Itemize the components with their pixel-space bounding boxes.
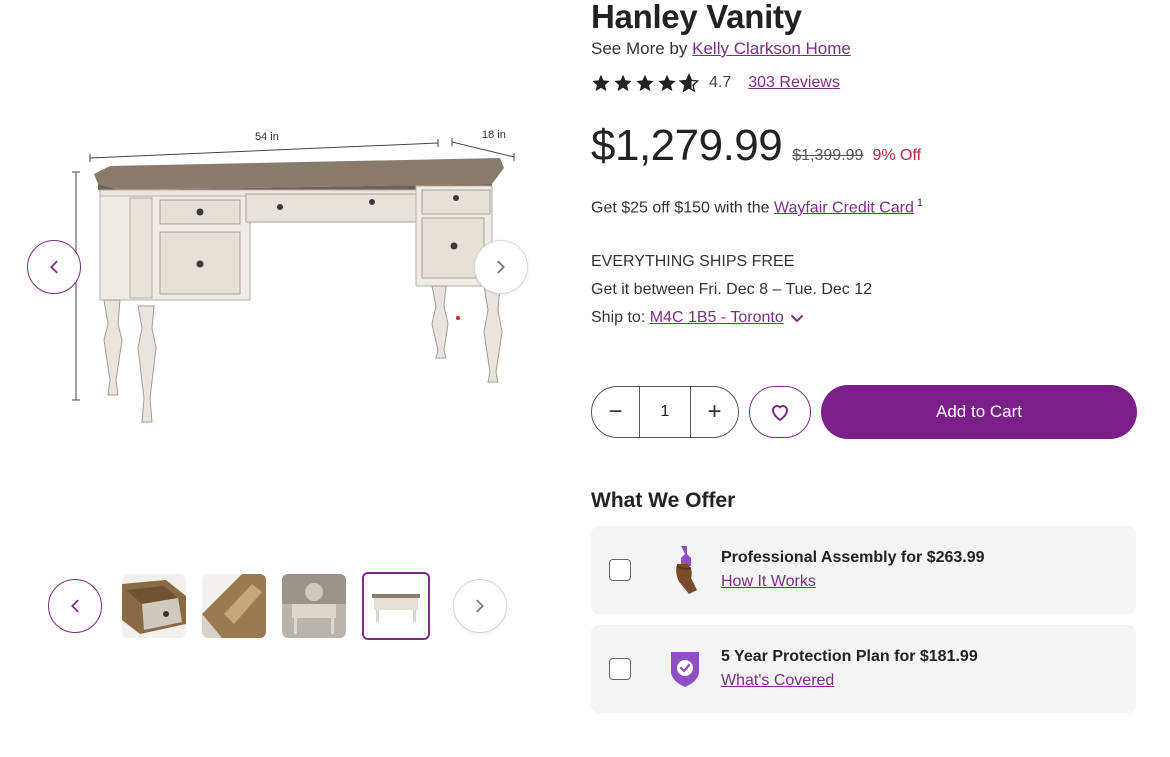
- quantity-increase-button[interactable]: +: [691, 387, 738, 437]
- offer-text: 5 Year Protection Plan for $181.99 What'…: [721, 648, 978, 690]
- rating-value: 4.7: [709, 74, 732, 91]
- thumbnail-vanity-selected[interactable]: [362, 572, 430, 640]
- chevron-left-icon: [71, 599, 79, 613]
- thumbs-prev-button[interactable]: [48, 579, 102, 633]
- offers-title: What We Offer: [591, 489, 736, 513]
- assembly-offer-label: Professional Assembly for $263.99: [721, 549, 985, 567]
- star-full-icon: [592, 74, 610, 92]
- star-full-icon: [658, 74, 676, 92]
- thumbnail-strip: [122, 572, 430, 640]
- product-gallery: 54 in 18 in: [0, 0, 560, 757]
- original-price: $1,399.99: [792, 147, 864, 164]
- how-it-works-link[interactable]: How It Works: [721, 573, 816, 591]
- protection-checkbox[interactable]: [609, 658, 631, 681]
- brand-prefix: See More by: [591, 39, 688, 58]
- offer-card-protection: 5 Year Protection Plan for $181.99 What'…: [591, 625, 1136, 714]
- dimension-depth-label: 18 in: [482, 129, 506, 141]
- shipping-info: EVERYTHING SHIPS FREE Get it between Fri…: [591, 248, 1139, 332]
- credit-offer: Get $25 off $150 with the Wayfair Credit…: [591, 197, 1139, 217]
- product-title: Hanley Vanity: [591, 0, 802, 35]
- heart-icon: [772, 405, 788, 422]
- ship-to-row: Ship to: M4C 1B5 - Toronto: [591, 304, 1139, 332]
- quantity-input[interactable]: [639, 387, 691, 438]
- star-full-icon: [636, 74, 654, 92]
- product-details: Hanley Vanity See More by Kelly Clarkson…: [591, 0, 1139, 714]
- ship-to-label: Ship to:: [591, 309, 646, 327]
- rating-stars: [591, 73, 699, 93]
- credit-card-link[interactable]: Wayfair Credit Card: [774, 199, 914, 216]
- star-full-icon: [614, 74, 632, 92]
- protection-offer-label: 5 Year Protection Plan for $181.99: [721, 648, 978, 666]
- rating-row: 4.7 303 Reviews: [591, 73, 1139, 93]
- image-next-button[interactable]: [474, 240, 528, 294]
- quantity-decrease-button[interactable]: −: [592, 387, 639, 437]
- thumbnail-room-scene[interactable]: [282, 574, 346, 638]
- product-main-image[interactable]: 54 in 18 in: [60, 110, 530, 440]
- chevron-right-icon: [497, 260, 505, 274]
- brand-link[interactable]: Kelly Clarkson Home: [692, 39, 851, 58]
- chevron-right-icon: [476, 599, 484, 613]
- favorite-button[interactable]: [749, 386, 811, 439]
- thumbnail-drawer-open[interactable]: [122, 574, 186, 638]
- quantity-stepper: − +: [591, 386, 739, 439]
- chevron-down-icon[interactable]: [790, 311, 804, 325]
- free-shipping-label: EVERYTHING SHIPS FREE: [591, 253, 795, 271]
- current-price: $1,279.99: [591, 121, 783, 170]
- assembly-checkbox[interactable]: [609, 559, 631, 582]
- offer-card-assembly: Professional Assembly for $263.99 How It…: [591, 526, 1136, 615]
- delivery-estimate: Get it between Fri. Dec 8 – Tue. Dec 12: [591, 281, 873, 299]
- reviews-link[interactable]: 303 Reviews: [748, 74, 840, 92]
- thumbs-next-button[interactable]: [453, 579, 507, 633]
- discount-badge: 9% Off: [872, 147, 922, 164]
- brand-line: See More by Kelly Clarkson Home: [591, 39, 1139, 59]
- cart-row: − + Add to Cart: [591, 385, 1139, 440]
- dimension-width-label: 54 in: [255, 131, 279, 143]
- offer-text: Professional Assembly for $263.99 How It…: [721, 549, 985, 591]
- shield-check-icon: [665, 643, 705, 695]
- ship-to-location-link[interactable]: M4C 1B5 - Toronto: [650, 304, 784, 332]
- whats-covered-link[interactable]: What's Covered: [721, 672, 834, 690]
- star-partial-icon: [679, 73, 699, 93]
- chevron-left-icon: [50, 260, 58, 274]
- thumbnail-drawer-detail[interactable]: [202, 574, 266, 638]
- add-to-cart-button[interactable]: Add to Cart: [821, 385, 1137, 440]
- credit-footnote: 1: [916, 197, 923, 209]
- wrench-hand-icon: [665, 544, 705, 596]
- price-row: $1,279.99 $1,399.99 9% Off: [591, 121, 1139, 171]
- credit-offer-text: Get $25 off $150 with the: [591, 199, 770, 217]
- image-prev-button[interactable]: [27, 240, 81, 294]
